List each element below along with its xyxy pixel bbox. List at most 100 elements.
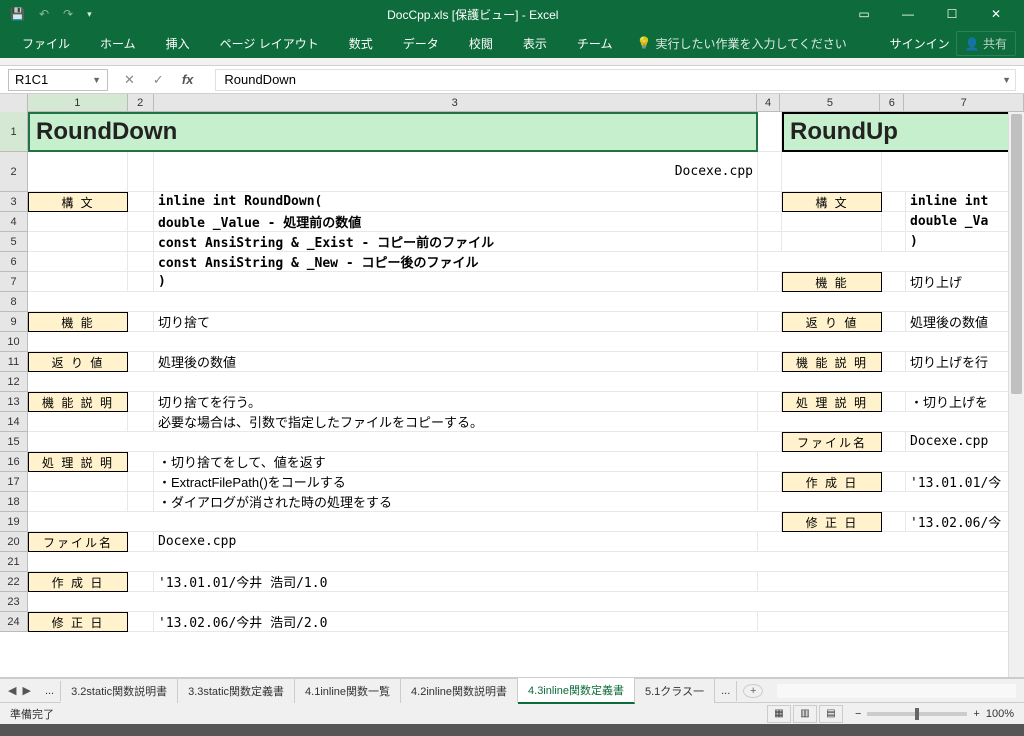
cell-proc-r[interactable]: ・切り上げを: [906, 392, 1024, 412]
label-created-left[interactable]: 作 成 日: [28, 572, 128, 592]
cell-func-r[interactable]: 切り上げ: [906, 272, 1024, 292]
cell[interactable]: [882, 432, 906, 452]
enter-formula-icon[interactable]: ✓: [147, 70, 170, 90]
row-header-5[interactable]: 5: [0, 232, 27, 252]
nav-next-icon[interactable]: ▶: [20, 684, 32, 697]
cell-desc-r[interactable]: 切り上げを行: [906, 352, 1024, 372]
cell[interactable]: [128, 272, 154, 292]
cell[interactable]: [758, 212, 782, 232]
cell[interactable]: [128, 212, 154, 232]
cell-syntax-0[interactable]: inline int RoundDown(: [154, 192, 758, 212]
label-desc-left[interactable]: 機 能 説 明: [28, 392, 128, 412]
cell-title-left[interactable]: RoundDown: [28, 112, 758, 152]
tab-formulas[interactable]: 数式: [335, 29, 387, 58]
cell[interactable]: [758, 252, 1024, 272]
row-header-10[interactable]: 10: [0, 332, 27, 352]
cell-syntax-r3[interactable]: ): [906, 232, 1024, 252]
cell[interactable]: [128, 252, 154, 272]
qat-dropdown-icon[interactable]: ▾: [87, 9, 92, 20]
redo-icon[interactable]: ↷: [63, 7, 73, 21]
row-header-9[interactable]: 9: [0, 312, 27, 332]
tab-insert[interactable]: 挿入: [152, 29, 204, 58]
tab-file[interactable]: ファイル: [8, 29, 84, 58]
cell[interactable]: [882, 352, 906, 372]
cell[interactable]: [28, 332, 1024, 352]
cell-syntax-r1[interactable]: inline int: [906, 192, 1024, 212]
cell[interactable]: [758, 152, 782, 192]
nav-prev-icon[interactable]: ◀: [6, 684, 18, 697]
row-header-18[interactable]: 18: [0, 492, 27, 512]
label-syntax-left[interactable]: 構 文: [28, 192, 128, 212]
label-func-right[interactable]: 機 能: [782, 272, 882, 292]
cell[interactable]: [782, 152, 882, 192]
name-box[interactable]: R1C1 ▼: [8, 69, 108, 91]
row-header-17[interactable]: 17: [0, 472, 27, 492]
cell[interactable]: [28, 472, 128, 492]
tab-pagelayout[interactable]: ページ レイアウト: [206, 29, 333, 58]
col-header-6[interactable]: 6: [880, 94, 904, 111]
sheet-tab-ellipsis[interactable]: ...: [39, 681, 61, 701]
row-header-8[interactable]: 8: [0, 292, 27, 312]
cell-updated-r[interactable]: '13.02.06/今: [906, 512, 1024, 532]
cell[interactable]: [128, 192, 154, 212]
sheet-tab-1[interactable]: 3.3static関数定義書: [178, 679, 295, 703]
row-header-24[interactable]: 24: [0, 612, 27, 632]
zoom-knob[interactable]: [915, 708, 919, 720]
cell[interactable]: [28, 412, 128, 432]
vertical-scrollbar[interactable]: [1008, 112, 1024, 677]
cell[interactable]: [882, 152, 1024, 192]
normal-view-icon[interactable]: ▦: [767, 705, 791, 723]
cancel-formula-icon[interactable]: ✕: [118, 70, 141, 90]
cell[interactable]: [758, 192, 782, 212]
cell[interactable]: [28, 492, 128, 512]
cell[interactable]: [758, 572, 1024, 592]
label-syntax-right[interactable]: 構 文: [782, 192, 882, 212]
tab-review[interactable]: 校閲: [455, 29, 507, 58]
row-header-23[interactable]: 23: [0, 592, 27, 612]
row-header-15[interactable]: 15: [0, 432, 27, 452]
zoom-out-icon[interactable]: −: [855, 708, 861, 720]
col-header-3[interactable]: 3: [154, 94, 757, 111]
col-header-2[interactable]: 2: [128, 94, 154, 111]
cell[interactable]: [758, 492, 1024, 512]
cell-proc2[interactable]: ・ExtractFilePath()をコールする: [154, 472, 758, 492]
row-header-14[interactable]: 14: [0, 412, 27, 432]
page-break-view-icon[interactable]: ▤: [819, 705, 843, 723]
cell-file[interactable]: Docexe.cpp: [154, 152, 758, 192]
cell-filename-r[interactable]: Docexe.cpp: [906, 432, 1024, 452]
cell[interactable]: [882, 272, 906, 292]
label-filename-left[interactable]: ファイル名: [28, 532, 128, 552]
cell[interactable]: [128, 412, 154, 432]
namebox-dropdown-icon[interactable]: ▼: [92, 75, 101, 85]
cell[interactable]: [128, 152, 154, 192]
cell-title-right[interactable]: RoundUp: [782, 112, 1024, 152]
minimize-icon[interactable]: —: [888, 7, 928, 21]
tab-data[interactable]: データ: [389, 29, 453, 58]
col-header-7[interactable]: 7: [904, 94, 1024, 111]
cell[interactable]: [882, 232, 906, 252]
cell-syntax-4[interactable]: ): [154, 272, 758, 292]
spreadsheet-grid[interactable]: 1 2 3 4 5 6 7 1 2 3 4 5 6 7 8 9 10 11 12…: [0, 94, 1024, 678]
cell[interactable]: [28, 432, 782, 452]
zoom-value[interactable]: 100%: [986, 708, 1014, 720]
label-ret-right[interactable]: 返 り 値: [782, 312, 882, 332]
label-ret-left[interactable]: 返 り 値: [28, 352, 128, 372]
cell[interactable]: [882, 392, 906, 412]
tab-home[interactable]: ホーム: [86, 29, 150, 58]
cell[interactable]: [128, 572, 154, 592]
row-header-7[interactable]: 7: [0, 272, 27, 292]
sheet-tab-4[interactable]: 4.3inline関数定義書: [518, 678, 635, 704]
cell[interactable]: [128, 472, 154, 492]
cell[interactable]: [28, 372, 1024, 392]
select-all-corner[interactable]: [0, 94, 28, 112]
save-icon[interactable]: 💾: [10, 7, 25, 21]
cell-updated[interactable]: '13.02.06/今井 浩司/2.0: [154, 612, 758, 632]
row-header-16[interactable]: 16: [0, 452, 27, 472]
add-sheet-button[interactable]: +: [743, 684, 763, 698]
cell[interactable]: [758, 532, 1024, 552]
row-header-20[interactable]: 20: [0, 532, 27, 552]
cell-created[interactable]: '13.01.01/今井 浩司/1.0: [154, 572, 758, 592]
cell[interactable]: [128, 352, 154, 372]
expand-formula-icon[interactable]: ▼: [1002, 75, 1011, 85]
sheet-tab-5[interactable]: 5.1クラス一: [635, 679, 715, 703]
